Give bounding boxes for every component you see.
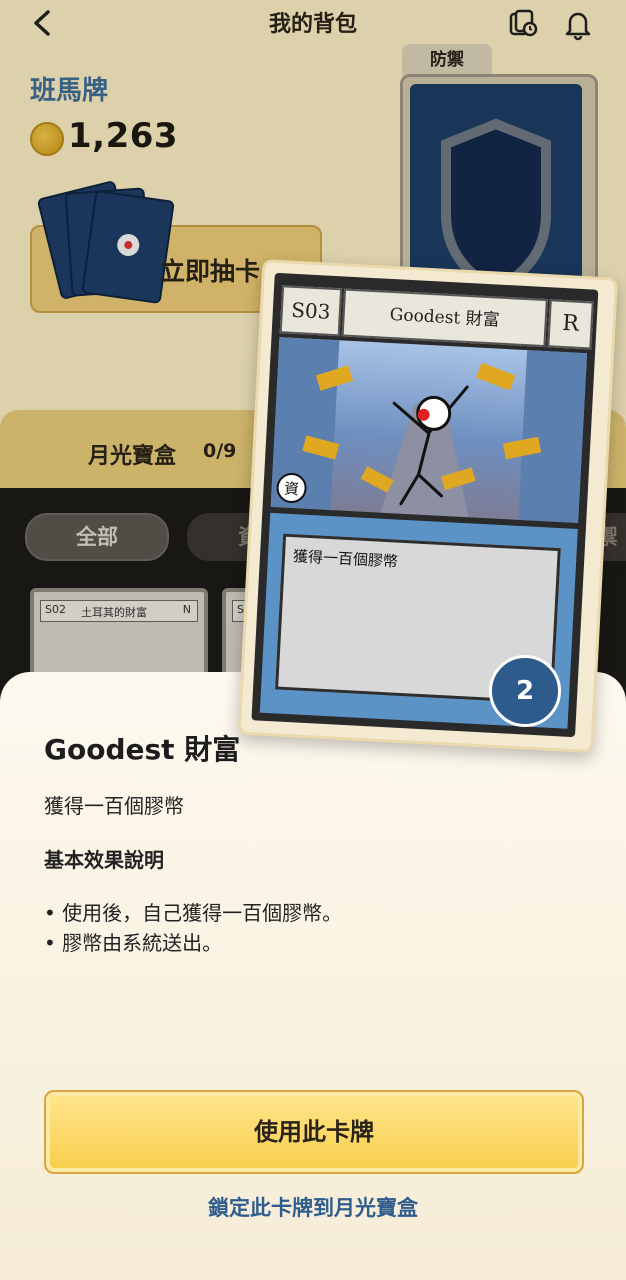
- sheet-subtitle: 獲得一百個膠幣: [44, 794, 184, 818]
- card-rarity: R: [547, 299, 594, 350]
- card-name: Goodest 財富: [341, 288, 548, 348]
- card-count-badge: 2: [489, 655, 561, 727]
- card-artwork: 資: [270, 337, 588, 524]
- effect-list: 使用後，自己獲得一百個膠幣。 膠幣由系統送出。: [44, 898, 342, 958]
- effect-item: 膠幣由系統送出。: [44, 928, 342, 958]
- card-description: 獲得一百個膠幣: [292, 547, 399, 571]
- effect-item: 使用後，自己獲得一百個膠幣。: [44, 898, 342, 928]
- lock-to-moonbox-link[interactable]: 鎖定此卡牌到月光寶盒: [0, 1192, 626, 1222]
- card-code: S03: [279, 285, 343, 337]
- effect-heading: 基本效果說明: [44, 848, 164, 872]
- use-card-button[interactable]: 使用此卡牌: [44, 1090, 584, 1174]
- card-category: 資: [284, 480, 300, 499]
- sheet-title: Goodest 財富: [44, 733, 241, 766]
